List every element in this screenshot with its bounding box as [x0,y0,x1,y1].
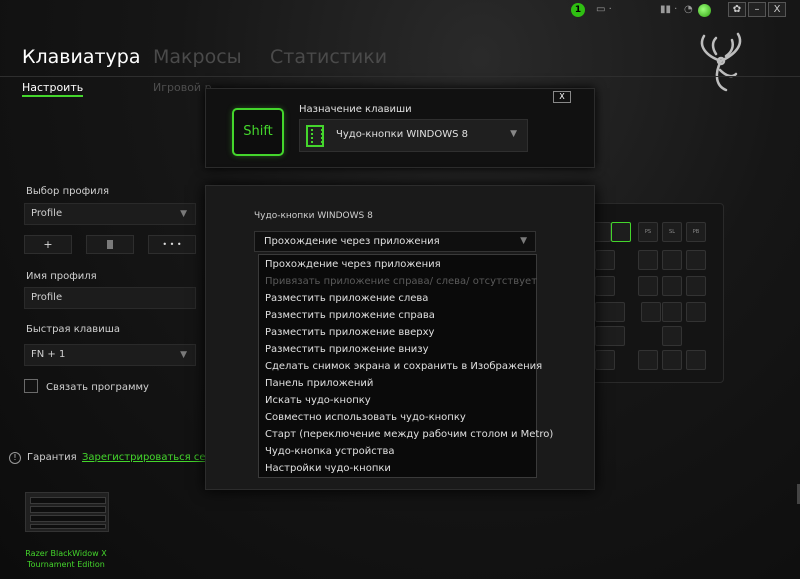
keyboard-key[interactable]: PS [638,222,658,242]
dropdown-option[interactable]: Прохождение через приложения [265,256,441,273]
profile-select[interactable]: Profile ▼ [24,203,196,225]
keyboard-key[interactable] [641,302,661,322]
keyboard-key[interactable] [662,302,682,322]
dropdown-option[interactable]: Панель приложений [265,375,373,392]
keyboard-key[interactable] [595,276,615,296]
dropdown-option[interactable]: Разместить приложение слева [265,290,428,307]
subtab-gaming-mode[interactable]: Игровой р [153,81,212,94]
keyboard-key[interactable] [686,250,706,270]
dropdown-option[interactable]: Настройки чудо-кнопки [265,460,391,477]
keyboard-key[interactable] [662,250,682,270]
keyboard-key[interactable] [686,276,706,296]
keyboard-key[interactable] [662,276,682,296]
subnav-divider [0,76,800,77]
profile-select-value: Profile [31,208,63,219]
hotkey-select-value: FN + 1 [31,349,66,360]
dropdown-option[interactable]: Сделать снимок экрана и сохранить в Изоб… [265,358,542,375]
profile-label: Выбор профиля [26,186,110,197]
device-name: Razer BlackWidow X Tournament Edition [25,549,107,569]
delete-profile-button[interactable] [86,235,134,254]
key-assignment-value: Чудо-кнопки WINDOWS 8 [336,129,469,140]
close-window-button[interactable]: X [768,2,786,17]
key-assignment-select[interactable]: Чудо-кнопки WINDOWS 8 ▼ [299,119,528,152]
device-icon[interactable]: ▮▮ · [660,4,677,15]
keyboard-key[interactable] [638,276,658,296]
tab-macros[interactable]: Макросы [153,46,242,68]
dropdown-option: Привязать приложение справа/ слева/ отсу… [265,276,538,287]
selected-key: Shift [232,108,284,156]
subtab-customize[interactable]: Настроить [22,81,84,97]
keyboard-key[interactable] [595,350,615,370]
dropdown-option[interactable]: Старт (переключение между рабочим столом… [265,426,553,443]
charms-label: Чудо-кнопки WINDOWS 8 [254,211,373,221]
notification-badge[interactable]: 1 [571,3,585,17]
dialog-close-button[interactable]: X [553,91,571,103]
link-program-checkbox[interactable] [24,379,38,393]
tab-statistics[interactable]: Статистики [270,46,387,68]
profile-name-label: Имя профиля [26,271,97,282]
hotkey-label: Быстрая клавиша [26,324,120,335]
settings-button[interactable]: ✿ [728,2,746,17]
tab-keyboard[interactable]: Клавиатура [22,46,140,68]
keyboard-key[interactable] [662,350,682,370]
account-icon[interactable]: ◔ [684,4,693,15]
profile-name-input[interactable]: Profile [24,287,196,309]
minimize-button[interactable]: – [748,2,766,17]
chevron-down-icon: ▼ [180,209,187,219]
chevron-down-icon: ▼ [510,129,517,139]
dropdown-option[interactable]: Разместить приложение внизу [265,341,428,358]
dropdown-option[interactable]: Разместить приложение вверху [265,324,434,341]
hotkey-select[interactable]: FN + 1 ▼ [24,344,196,366]
user-status-icon[interactable]: ▭ · [596,4,612,15]
keyboard-key[interactable]: PB [686,222,706,242]
warranty-label: Гарантия [27,452,77,463]
keyboard-key[interactable] [611,222,631,242]
dropdown-option[interactable]: Разместить приложение справа [265,307,435,324]
keyboard-key[interactable] [638,250,658,270]
razer-logo [700,32,742,92]
keyboard-key[interactable]: SL [662,222,682,242]
charms-select[interactable]: Прохождение через приложения ▼ [254,231,536,252]
keyboard-key[interactable] [638,350,658,370]
trash-icon [107,240,113,249]
keyboard-key[interactable] [686,302,706,322]
chevron-down-icon: ▼ [180,350,187,360]
device-thumbnail[interactable] [25,492,109,532]
info-icon: ! [9,452,21,464]
keyboard-key[interactable] [686,350,706,370]
function-icon [306,125,324,147]
more-options-button[interactable]: • • • [148,235,196,254]
register-link[interactable]: Зарегистрироваться сей [82,452,207,463]
key-assignment-title: Назначение клавиши [299,104,412,115]
dropdown-option[interactable]: Совместно использовать чудо-кнопку [265,409,466,426]
keyboard-key[interactable] [662,326,682,346]
keyboard-key[interactable] [595,326,625,346]
dropdown-option[interactable]: Искать чудо-кнопку [265,392,371,409]
link-program-label: Связать программу [46,382,149,393]
charms-select-value: Прохождение через приложения [264,236,440,247]
charms-dropdown-list: Прохождение через приложения Привязать п… [258,254,553,478]
keyboard-key[interactable] [595,250,615,270]
keyboard-key[interactable] [595,302,625,322]
chevron-down-icon: ▼ [520,236,527,246]
synapse-status-icon[interactable] [698,4,711,17]
dropdown-option[interactable]: Чудо-кнопка устройства [265,443,395,460]
add-profile-button[interactable]: + [24,235,72,254]
